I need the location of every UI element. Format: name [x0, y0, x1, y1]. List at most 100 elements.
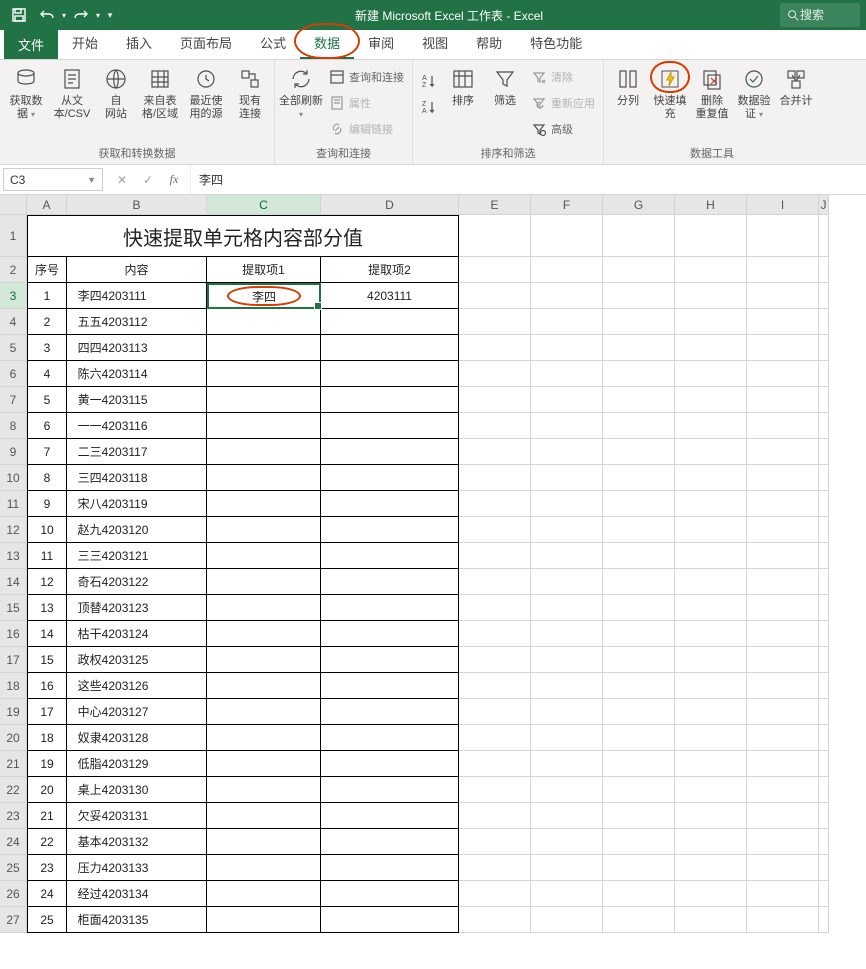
cell[interactable]: 4203111 [321, 283, 459, 309]
cell[interactable] [531, 283, 603, 309]
cell[interactable] [207, 465, 321, 491]
cell[interactable] [675, 517, 747, 543]
cell[interactable] [603, 257, 675, 283]
cell[interactable] [459, 543, 531, 569]
cell[interactable] [675, 595, 747, 621]
row-header-18[interactable]: 18 [0, 673, 27, 699]
cell[interactable] [675, 335, 747, 361]
cancel-formula-button[interactable]: ✕ [112, 173, 132, 187]
cell[interactable] [207, 829, 321, 855]
cell[interactable] [321, 803, 459, 829]
sort-asc-button[interactable]: AZ [417, 69, 441, 93]
cell[interactable] [321, 387, 459, 413]
cell[interactable] [747, 647, 819, 673]
cell[interactable] [321, 569, 459, 595]
cell[interactable] [531, 543, 603, 569]
cell[interactable] [459, 855, 531, 881]
cell[interactable] [819, 673, 829, 699]
cell[interactable] [675, 361, 747, 387]
cell[interactable] [207, 361, 321, 387]
tab-insert[interactable]: 插入 [112, 27, 166, 59]
cell[interactable]: 21 [27, 803, 67, 829]
cell[interactable]: 枯干4203124 [67, 621, 207, 647]
cell[interactable] [459, 439, 531, 465]
cell[interactable] [819, 257, 829, 283]
redo-dropdown[interactable]: ▾ [96, 11, 100, 20]
cell[interactable] [531, 881, 603, 907]
cell[interactable] [531, 335, 603, 361]
cell[interactable] [321, 361, 459, 387]
cell[interactable] [675, 491, 747, 517]
row-header-22[interactable]: 22 [0, 777, 27, 803]
cell[interactable] [321, 335, 459, 361]
cell[interactable]: 24 [27, 881, 67, 907]
cell[interactable]: 二三4203117 [67, 439, 207, 465]
cell[interactable]: 23 [27, 855, 67, 881]
cell[interactable] [459, 595, 531, 621]
row-header-9[interactable]: 9 [0, 439, 27, 465]
cell[interactable] [675, 283, 747, 309]
cell[interactable] [603, 647, 675, 673]
cell[interactable]: 低脂4203129 [67, 751, 207, 777]
cell[interactable] [603, 569, 675, 595]
qat-customize[interactable]: ▾ [102, 2, 118, 28]
row-header-20[interactable]: 20 [0, 725, 27, 751]
row-header-10[interactable]: 10 [0, 465, 27, 491]
cell[interactable] [531, 829, 603, 855]
filter-button[interactable]: 筛选 [485, 63, 525, 143]
cell[interactable] [459, 491, 531, 517]
cell[interactable] [819, 751, 829, 777]
cell[interactable]: 6 [27, 413, 67, 439]
cell[interactable] [747, 673, 819, 699]
cell[interactable] [531, 803, 603, 829]
cell[interactable] [321, 413, 459, 439]
cell[interactable]: 陈六4203114 [67, 361, 207, 387]
undo-dropdown[interactable]: ▾ [62, 11, 66, 20]
from-csv-button[interactable]: 从文本/CSV [50, 63, 94, 143]
row-header-26[interactable]: 26 [0, 881, 27, 907]
cell[interactable] [747, 699, 819, 725]
cell[interactable]: 柜面4203135 [67, 907, 207, 933]
cell[interactable] [747, 543, 819, 569]
cell[interactable] [207, 569, 321, 595]
cell[interactable]: 17 [27, 699, 67, 725]
cell[interactable] [819, 361, 829, 387]
cell[interactable] [603, 413, 675, 439]
cell[interactable] [747, 907, 819, 933]
cell[interactable] [207, 595, 321, 621]
cell[interactable] [459, 257, 531, 283]
refresh-all-button[interactable]: 全部刷新▾ [279, 63, 323, 143]
cell[interactable] [321, 517, 459, 543]
cell[interactable]: 18 [27, 725, 67, 751]
existing-conn-button[interactable]: 现有连接 [230, 63, 270, 143]
cell[interactable] [531, 215, 603, 257]
col-header-H[interactable]: H [675, 195, 747, 215]
cell[interactable]: 宋八4203119 [67, 491, 207, 517]
cell[interactable] [747, 569, 819, 595]
tab-review[interactable]: 审阅 [354, 27, 408, 59]
redo-button[interactable] [68, 2, 94, 28]
cell[interactable] [531, 465, 603, 491]
cell[interactable] [603, 517, 675, 543]
cell[interactable]: 三四4203118 [67, 465, 207, 491]
cell[interactable] [747, 309, 819, 335]
cell[interactable] [603, 725, 675, 751]
cell[interactable] [207, 387, 321, 413]
cell[interactable] [675, 673, 747, 699]
col-header-D[interactable]: D [321, 195, 459, 215]
cell[interactable]: 欠妥4203131 [67, 803, 207, 829]
cell[interactable] [675, 413, 747, 439]
name-box-dropdown[interactable]: ▼ [87, 175, 96, 185]
row-header-21[interactable]: 21 [0, 751, 27, 777]
cell[interactable] [603, 751, 675, 777]
cell[interactable] [819, 413, 829, 439]
cell[interactable] [531, 699, 603, 725]
cell[interactable]: 赵九4203120 [67, 517, 207, 543]
cell[interactable] [459, 803, 531, 829]
cell[interactable] [747, 387, 819, 413]
cell[interactable] [321, 491, 459, 517]
cell[interactable] [207, 413, 321, 439]
cell[interactable] [603, 673, 675, 699]
cell[interactable] [531, 777, 603, 803]
cell[interactable] [603, 855, 675, 881]
